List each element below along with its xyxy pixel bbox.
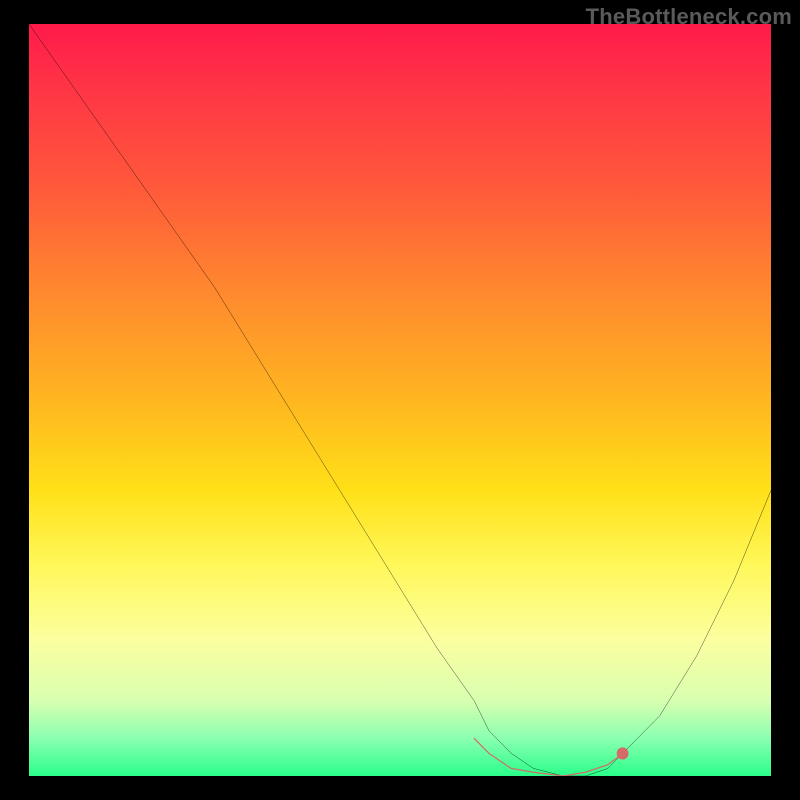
chart-container: TheBottleneck.com <box>0 0 800 800</box>
bottleneck-curve <box>29 24 771 776</box>
bottleneck-curve-svg <box>29 24 771 776</box>
plot-gradient-area <box>29 24 771 776</box>
watermark-text: TheBottleneck.com <box>586 4 792 30</box>
valley-end-dot <box>617 747 629 759</box>
valley-highlight <box>474 738 622 776</box>
